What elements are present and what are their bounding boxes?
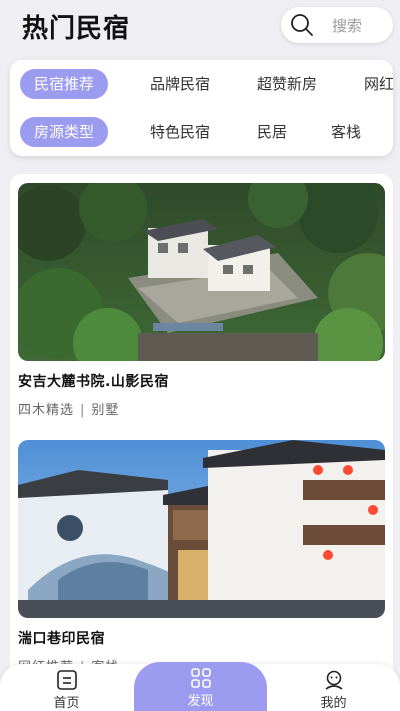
search-input[interactable]: 搜索 <box>281 7 393 43</box>
chip-brand-homestay[interactable]: 品牌民宿 <box>150 69 210 99</box>
bottom-tab-bar: 首页 发现 我的 <box>0 662 400 711</box>
search-placeholder: 搜索 <box>332 16 363 35</box>
villa-forest-image <box>18 183 385 361</box>
list-item[interactable]: 湍口巷印民宿 网红推荐|客栈 <box>18 440 385 675</box>
tab-label: 首页 <box>53 696 80 711</box>
tab-label: 发现 <box>187 694 214 709</box>
chip-room-type[interactable]: 房源类型 <box>20 117 109 147</box>
tab-profile[interactable]: 我的 <box>267 664 400 711</box>
page-title: 热门民宿 <box>22 14 131 44</box>
listing-list: 安吉大麓书院.山影民宿 四木精选 | 别墅 湍口巷印民宿 <box>10 174 393 711</box>
chip-influencer[interactable]: 网红 <box>364 69 393 99</box>
listing-tag: 四木精选 <box>18 403 75 418</box>
listing-name[interactable]: 安吉大麓书院.山影民宿 <box>18 371 385 391</box>
chip-inn[interactable]: 客栈 <box>331 117 361 147</box>
tag-separator: | <box>80 403 86 418</box>
chip-new-rooms[interactable]: 超赞新房 <box>257 69 317 99</box>
profile-icon <box>325 670 342 690</box>
listing-tag: 别墅 <box>91 403 120 418</box>
chip-homestay-recommend[interactable]: 民宿推荐 <box>20 69 109 99</box>
tab-home[interactable]: 首页 <box>0 664 133 711</box>
listing-name[interactable]: 湍口巷印民宿 <box>18 628 385 648</box>
chip-featured-homestay[interactable]: 特色民宿 <box>150 117 210 147</box>
discover-icon <box>190 668 211 688</box>
listing-tags: 四木精选 | 别墅 <box>18 399 385 418</box>
tab-discover[interactable]: 发现 <box>134 662 267 711</box>
search-icon <box>291 14 313 36</box>
tab-label: 我的 <box>320 696 347 711</box>
chip-residence[interactable]: 民居 <box>257 117 287 147</box>
filter-panel: 民宿推荐 品牌民宿 超赞新房 网红 房源类型 特色民宿 民居 客栈 <box>10 60 393 156</box>
header: 热门民宿 搜索 <box>0 0 400 58</box>
home-icon <box>56 670 77 690</box>
listing-photo[interactable] <box>18 183 385 361</box>
old-town-street-image <box>18 440 385 618</box>
list-item[interactable]: 安吉大麓书院.山影民宿 四木精选 | 别墅 <box>18 183 385 418</box>
listing-photo[interactable] <box>18 440 385 618</box>
